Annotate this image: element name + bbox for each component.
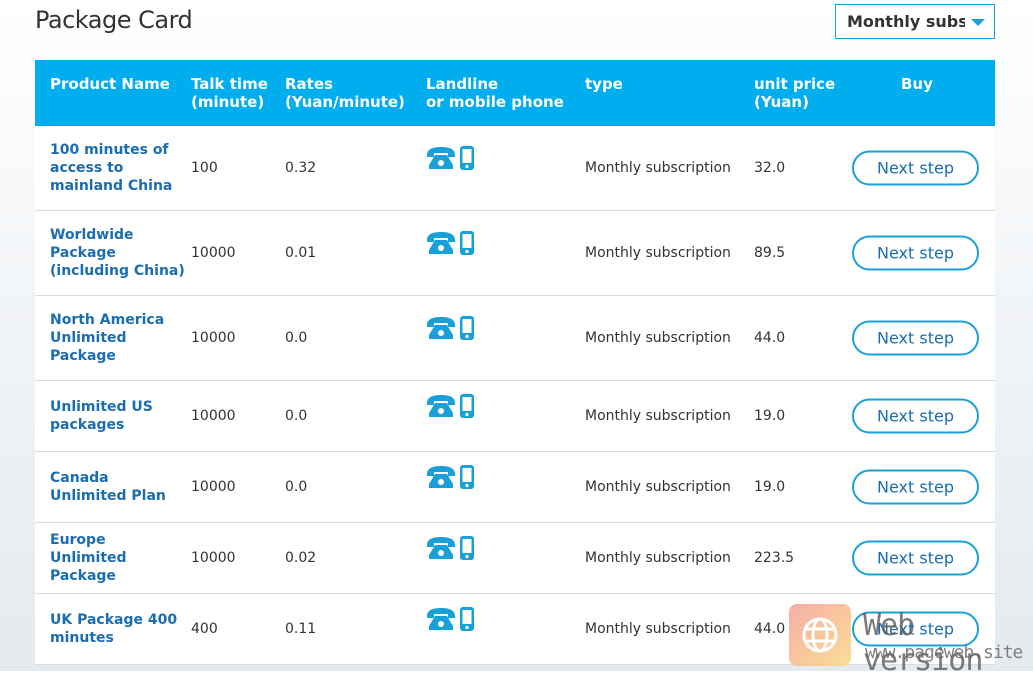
header-rates-line1: Rates: [285, 75, 333, 93]
talk-time: 400: [191, 621, 218, 637]
header-unit-price-line1: unit price: [754, 75, 836, 93]
header-talk-time: Talk time (minute): [191, 75, 268, 111]
header-unit-price-line2: (Yuan): [754, 93, 809, 111]
subscription-type: Monthly subscription: [585, 245, 731, 261]
subscription-type: Monthly subscription: [585, 160, 731, 176]
landline-phone-icon: [425, 230, 457, 260]
rate: 0.32: [285, 160, 317, 176]
talk-time: 10000: [191, 550, 236, 566]
unit-price: 19.0: [754, 408, 786, 424]
mobile-phone-icon: [459, 315, 475, 345]
table-row: Europe Unlimited Package 10000 0.02 Monthly…: [35, 523, 995, 594]
landline-phone-icon: [425, 606, 457, 636]
device-icons: [425, 230, 475, 260]
product-name[interactable]: 100 minutes of access to mainland China: [50, 141, 185, 195]
mobile-phone-icon: [459, 464, 475, 494]
header-product-name: Product Name: [50, 75, 170, 93]
unit-price: 44.0: [754, 330, 786, 346]
product-name[interactable]: Canada Unlimited Plan: [50, 469, 185, 505]
device-icons: [425, 393, 475, 423]
device-icons: [425, 145, 475, 175]
device-icons: [425, 464, 475, 494]
talk-time: 100: [191, 160, 218, 176]
rate: 0.02: [285, 550, 317, 566]
chevron-down-icon: [971, 19, 985, 26]
unit-price: 44.0: [754, 621, 786, 637]
subscription-type: Monthly subscription: [585, 479, 731, 495]
device-icons: [425, 535, 475, 565]
table-row: Canada Unlimited Plan 10000 0.0 Monthly sub…: [35, 452, 995, 523]
header-device-line2: or mobile phone: [426, 93, 564, 111]
package-table: Product Name Talk time (minute) Rates (Y…: [35, 60, 995, 665]
rate: 0.11: [285, 621, 317, 637]
device-icons: [425, 315, 475, 345]
unit-price: 19.0: [754, 479, 786, 495]
product-name[interactable]: UK Package 400 minutes: [50, 611, 185, 647]
rate: 0.01: [285, 245, 317, 261]
select-value: Monthly subscription: [847, 12, 965, 31]
header-talk-time-line2: (minute): [191, 93, 265, 111]
landline-phone-icon: [425, 393, 457, 423]
subscription-type: Monthly subscription: [585, 330, 731, 346]
mobile-phone-icon: [459, 606, 475, 636]
mobile-phone-icon: [459, 145, 475, 175]
rate: 0.0: [285, 330, 308, 346]
header-device: Landline or mobile phone: [426, 75, 564, 111]
talk-time: 10000: [191, 245, 236, 261]
landline-phone-icon: [425, 464, 457, 494]
talk-time: 10000: [191, 479, 236, 495]
subscription-type-select[interactable]: Monthly subscription: [835, 4, 995, 39]
header-type: type: [585, 75, 623, 93]
device-icons: [425, 606, 475, 636]
table-row: North America Unlimited Package 10000 0.0 M…: [35, 296, 995, 381]
watermark-url: www.pageweb.site: [865, 642, 1023, 663]
product-name[interactable]: North America Unlimited Package: [50, 311, 185, 365]
header-device-line1: Landline: [426, 75, 499, 93]
unit-price: 89.5: [754, 245, 786, 261]
subscription-type: Monthly subscription: [585, 408, 731, 424]
next-step-button[interactable]: Next step: [852, 469, 979, 505]
product-name[interactable]: Worldwide Package (including China): [50, 226, 185, 280]
page-title: Package Card: [35, 6, 193, 34]
globe-icon: [789, 604, 851, 666]
table-row: 100 minutes of access to mainland China 1…: [35, 126, 995, 211]
table-row: Worldwide Package (including China) 10000…: [35, 211, 995, 296]
talk-time: 10000: [191, 330, 236, 346]
table-header: Product Name Talk time (minute) Rates (Y…: [35, 60, 995, 126]
unit-price: 32.0: [754, 160, 786, 176]
landline-phone-icon: [425, 315, 457, 345]
rate: 0.0: [285, 479, 308, 495]
subscription-type: Monthly subscription: [585, 550, 731, 566]
table-row: Unlimited US packages 10000 0.0 Monthly sub…: [35, 381, 995, 452]
header-buy: Buy: [901, 75, 933, 93]
watermark: Web version www.pageweb.site: [787, 604, 1033, 678]
header-type-label: type: [585, 75, 623, 93]
unit-price: 223.5: [754, 550, 795, 566]
header-talk-time-line1: Talk time: [191, 75, 268, 93]
header-rates: Rates (Yuan/minute): [285, 75, 405, 111]
next-step-button[interactable]: Next step: [852, 320, 979, 356]
header-rates-line2: (Yuan/minute): [285, 93, 405, 111]
header-buy-label: Buy: [901, 75, 933, 93]
next-step-button[interactable]: Next step: [852, 398, 979, 434]
product-name[interactable]: Unlimited US packages: [50, 398, 185, 434]
mobile-phone-icon: [459, 230, 475, 260]
rate: 0.0: [285, 408, 308, 424]
mobile-phone-icon: [459, 535, 475, 565]
subscription-type: Monthly subscription: [585, 621, 731, 637]
landline-phone-icon: [425, 535, 457, 565]
landline-phone-icon: [425, 145, 457, 175]
header-product-name-label: Product Name: [50, 75, 170, 93]
talk-time: 10000: [191, 408, 236, 424]
next-step-button[interactable]: Next step: [852, 540, 979, 576]
next-step-button[interactable]: Next step: [852, 235, 979, 271]
next-step-button[interactable]: Next step: [852, 150, 979, 186]
product-name[interactable]: Europe Unlimited Package: [50, 531, 185, 585]
header-unit-price: unit price (Yuan): [754, 75, 835, 111]
mobile-phone-icon: [459, 393, 475, 423]
